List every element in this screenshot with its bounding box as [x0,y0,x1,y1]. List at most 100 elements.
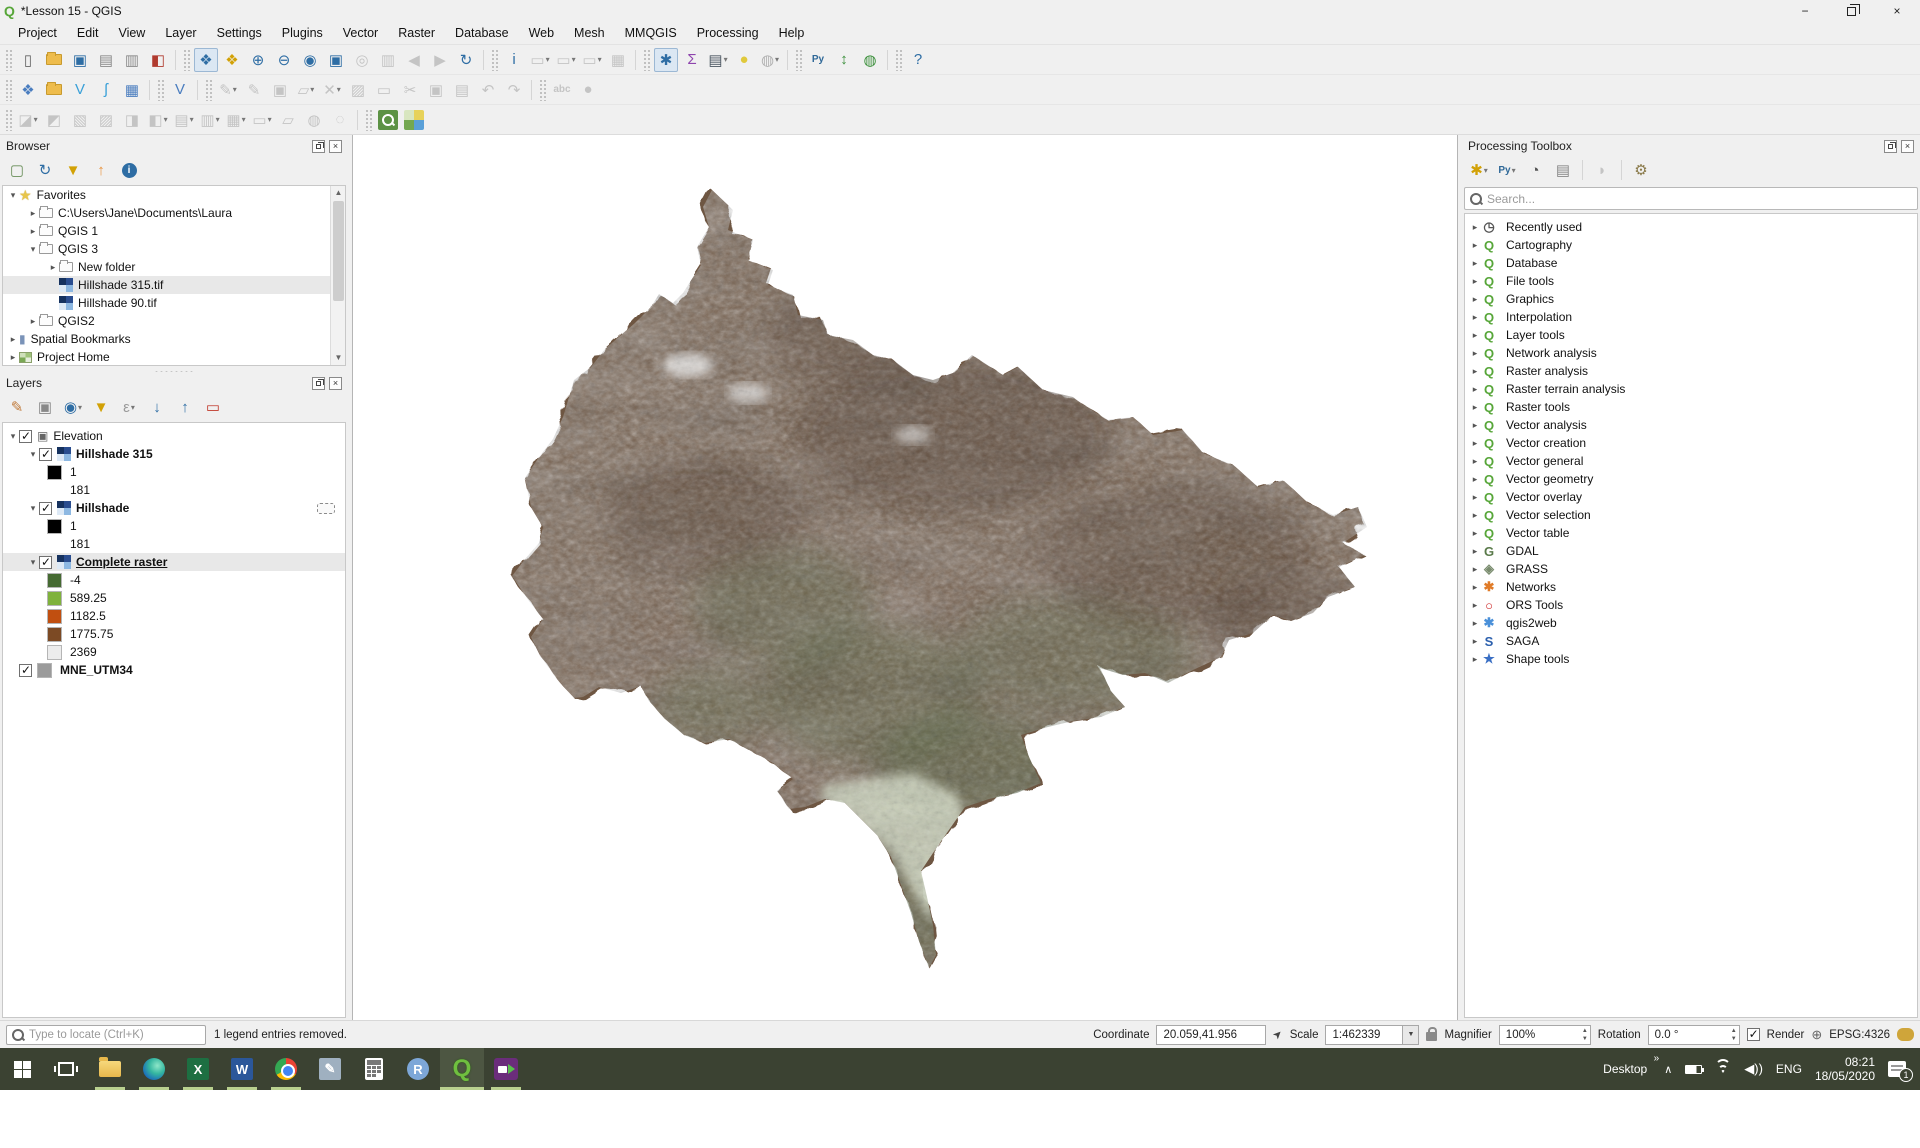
layer-item-181[interactable]: 181 [3,535,345,553]
toggle-editing-icon[interactable]: ✎ [242,78,266,102]
expand-arrow-icon[interactable]: ▾ [7,190,19,201]
edit-features-in-place-icon[interactable]: ◗ [1590,158,1614,182]
processing-close-button[interactable]: × [1901,140,1914,153]
project-new-icon[interactable]: ▯ [16,48,40,72]
zoom-in-icon[interactable]: ⊕ [246,48,270,72]
layer-item-589-25[interactable]: 589.25 [3,589,345,607]
layer-item-4[interactable]: -4 [3,571,345,589]
taskbar-qgis-icon[interactable]: Q [440,1048,484,1090]
identify-features-icon[interactable]: i [502,48,526,72]
messages-icon[interactable] [1897,1028,1914,1041]
pin-labels-icon[interactable]: ◪▾ [16,108,40,132]
properties-info-icon[interactable]: i [117,158,141,182]
deselect-features-icon[interactable]: ▭▾ [580,48,604,72]
expand-arrow-icon[interactable]: ▸ [7,334,19,345]
statistical-summary-icon[interactable]: Σ [680,48,704,72]
filter-legend-icon[interactable]: ▼ [89,395,113,419]
processing-group-layer-tools[interactable]: ▸QLayer tools [1465,326,1917,344]
close-button[interactable]: × [1874,0,1920,22]
processing-group-grass[interactable]: ▸◈GRASS [1465,560,1917,578]
expand-arrow-icon[interactable]: ▸ [1469,240,1481,251]
osm-place-search-icon[interactable] [376,108,400,132]
browser-float-button[interactable] [312,140,325,153]
processing-group-raster-analysis[interactable]: ▸QRaster analysis [1465,362,1917,380]
taskbar-word-icon[interactable]: W [220,1048,264,1090]
annotation-marker-icon[interactable]: ◍ [302,108,326,132]
modify-attributes-icon[interactable]: ▨ [346,78,370,102]
diagram-move-icon[interactable]: ▥▾ [198,108,222,132]
layer-item-hillshade-315[interactable]: ▾Hillshade 315 [3,445,345,463]
add-layer-icon[interactable] [42,78,66,102]
filter-by-expression-icon[interactable]: ε▾ [117,395,141,419]
add-feature-icon[interactable]: ▱▾ [294,78,318,102]
processing-float-button[interactable] [1884,140,1897,153]
menu-mmqgis[interactable]: MMQGIS [615,23,687,43]
toolbar-drag-handle[interactable] [157,79,164,101]
scroll-up-icon[interactable]: ▲ [331,186,346,200]
expand-arrow-icon[interactable]: ▸ [1469,546,1481,557]
layer-item-complete-raster[interactable]: ▾Complete raster [3,553,345,571]
show-layout-manager-icon[interactable]: ▥ [120,48,144,72]
expand-arrow-icon[interactable]: ▸ [1469,348,1481,359]
locate-box[interactable] [6,1025,206,1045]
browser-close-button[interactable]: × [329,140,342,153]
browser-item-c-users-jane-documents-laura[interactable]: ▸C:\Users\Jane\Documents\Laura [3,204,345,222]
python-scripts-icon[interactable]: Py▾ [1495,158,1519,182]
wifi-icon[interactable] [1715,1063,1731,1075]
manage-map-themes-icon[interactable]: ◉▾ [61,395,85,419]
paste-features-icon[interactable]: ▤ [450,78,474,102]
processing-group-saga[interactable]: ▸SSAGA [1465,632,1917,650]
expand-arrow-icon[interactable]: ▸ [1469,510,1481,521]
menu-plugins[interactable]: Plugins [272,23,333,43]
layer-item-1775-75[interactable]: 1775.75 [3,625,345,643]
expand-arrow-icon[interactable]: ▸ [1469,528,1481,539]
browser-item-spatial-bookmarks[interactable]: ▸▮Spatial Bookmarks [3,330,345,348]
processing-group-vector-geometry[interactable]: ▸QVector geometry [1465,470,1917,488]
processing-toolbox-toggle-icon[interactable]: ✱ [654,48,678,72]
battery-icon[interactable] [1685,1065,1702,1074]
expand-arrow-icon[interactable]: ▸ [27,226,39,237]
scale-combo[interactable]: 1:462339 ▼ [1325,1025,1419,1045]
python-console-icon[interactable]: Py [806,48,830,72]
menu-database[interactable]: Database [445,23,519,43]
scale-dropdown-icon[interactable]: ▼ [1403,1025,1419,1045]
plugin-layers-icon[interactable]: ↕ [832,48,856,72]
expand-arrow-icon[interactable]: ▸ [1469,276,1481,287]
expand-arrow-icon[interactable]: ▸ [47,262,59,273]
left-dock-splitter[interactable] [348,135,352,1020]
processing-group-database[interactable]: ▸QDatabase [1465,254,1917,272]
layer-labeling-options-icon[interactable]: abc [550,78,574,102]
layer-item-1182-5[interactable]: 1182.5 [3,607,345,625]
lock-scale-icon[interactable] [1426,1032,1437,1041]
refresh-map-icon[interactable]: ↻ [454,48,478,72]
layer-item-mne-utm34[interactable]: MNE_UTM34 [3,661,345,679]
expand-arrow-icon[interactable]: ▸ [1469,564,1481,575]
layers-float-button[interactable] [312,377,325,390]
map-canvas[interactable] [352,135,1458,1020]
expand-arrow-icon[interactable]: ▾ [7,431,19,442]
quickmap-services-icon[interactable] [402,108,426,132]
metasearch-layers-icon[interactable]: ◍ [858,48,882,72]
layer-visibility-checkbox[interactable] [39,556,52,569]
processing-group-vector-creation[interactable]: ▸QVector creation [1465,434,1917,452]
new-shapefile-layer-icon[interactable]: V [68,78,92,102]
zoom-out-icon[interactable]: ⊖ [272,48,296,72]
menu-layer[interactable]: Layer [155,23,206,43]
history-icon[interactable]: ◔ [1523,158,1547,182]
browser-scrollbar[interactable]: ▲ ▼ [330,186,345,365]
processing-group-networks[interactable]: ▸✱Networks [1465,578,1917,596]
collapse-all-icon[interactable]: ↑ [89,158,113,182]
taskbar-excel-icon[interactable]: X [176,1048,220,1090]
expand-arrow-icon[interactable]: ▸ [27,208,39,219]
toolbar-drag-handle[interactable] [5,109,12,131]
expand-arrow-icon[interactable]: ▸ [1469,330,1481,341]
redo-icon[interactable]: ↷ [502,78,526,102]
change-label-properties-icon[interactable]: ◧▾ [146,108,170,132]
volume-icon[interactable]: ◀)) [1744,1061,1763,1077]
processing-group-vector-overlay[interactable]: ▸QVector overlay [1465,488,1917,506]
new-print-layout-icon[interactable]: ▤ [94,48,118,72]
project-save-icon[interactable]: ▣ [68,48,92,72]
expand-arrow-icon[interactable]: ▸ [1469,294,1481,305]
layer-item-hillshade[interactable]: ▾Hillshade [3,499,345,517]
extents-toggle-icon[interactable]: ➤ [1270,1027,1286,1043]
